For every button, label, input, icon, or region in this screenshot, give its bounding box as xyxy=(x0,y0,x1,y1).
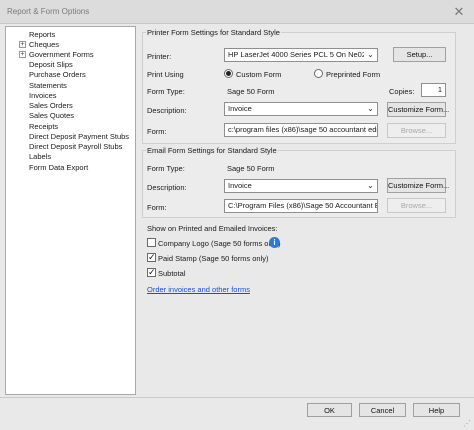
subtotal-checkbox[interactable]: ✓ xyxy=(147,268,156,277)
tree-item-direct-deposit-payroll-stubs[interactable]: Direct Deposit Payroll Stubs xyxy=(6,142,134,152)
form-label: Form: xyxy=(147,127,167,136)
custom-form-radio[interactable] xyxy=(224,69,233,78)
chevron-down-icon[interactable]: ⌄ xyxy=(364,49,377,61)
description-label: Description: xyxy=(147,106,187,115)
tree-item-government-forms[interactable]: + Government Forms xyxy=(6,50,134,60)
paid-stamp-label: Paid Stamp (Sage 50 forms only) xyxy=(158,254,269,263)
email-settings-title: Email Form Settings for Standard Style xyxy=(146,146,278,155)
company-logo-checkbox[interactable] xyxy=(147,238,156,247)
options-tree[interactable]: Reports + Cheques + Government Forms Depos… xyxy=(5,26,136,395)
close-icon[interactable]: ✕ xyxy=(452,5,466,19)
title-bar: Report & Form Options ✕ xyxy=(0,0,474,24)
tree-item-label: Government Forms xyxy=(29,50,94,59)
tree-item-purchase-orders[interactable]: Purchase Orders xyxy=(6,70,134,80)
order-invoices-link[interactable]: Order invoices and other forms xyxy=(147,285,250,294)
preprinted-form-label: Preprinted Form xyxy=(326,70,381,79)
browse-button[interactable]: Browse... xyxy=(387,123,446,138)
tree-item-form-data-export[interactable]: Form Data Export xyxy=(6,163,134,173)
tree-item-label: Statements xyxy=(29,81,67,90)
copies-input[interactable]: 1 xyxy=(421,83,446,97)
description-value: Invoice xyxy=(228,104,252,113)
email-customize-form-button[interactable]: Customize Form... xyxy=(387,178,449,193)
help-button[interactable]: Help xyxy=(413,403,460,417)
email-description-select[interactable]: Invoice ⌄ xyxy=(224,179,378,193)
printer-settings-title: Printer Form Settings for Standard Style xyxy=(146,28,281,37)
copies-label: Copies: xyxy=(389,87,415,96)
email-description-value: Invoice xyxy=(228,181,252,190)
paid-stamp-checkbox[interactable]: ✓ xyxy=(147,253,156,262)
preprinted-form-radio[interactable] xyxy=(314,69,323,78)
chevron-down-icon[interactable]: ⌄ xyxy=(364,103,377,115)
tree-item-label: Form Data Export xyxy=(29,163,89,172)
setup-button[interactable]: Setup... xyxy=(393,47,446,62)
tree-item-label: Direct Deposit Payroll Stubs xyxy=(29,142,123,151)
description-select[interactable]: Invoice ⌄ xyxy=(224,102,378,116)
email-form-path-field[interactable]: C:\Program Files (x86)\Sage 50 Accountan… xyxy=(224,199,378,213)
tree-item-deposit-slips[interactable]: Deposit Slips xyxy=(6,60,134,70)
tree-item-label: Invoices xyxy=(29,91,57,100)
tree-item-statements[interactable]: Statements xyxy=(6,81,134,91)
email-description-label: Description: xyxy=(147,183,187,192)
tree-item-label: Deposit Slips xyxy=(29,60,73,69)
tree-item-label: Reports xyxy=(29,30,56,39)
email-form-type-value: Sage 50 Form xyxy=(227,164,275,173)
form-type-label: Form Type: xyxy=(147,87,185,96)
tree-item-labels[interactable]: Labels xyxy=(6,152,134,162)
expand-icon[interactable]: + xyxy=(19,51,26,58)
company-logo-label: Company Logo (Sage 50 forms only) xyxy=(158,239,281,248)
expand-icon[interactable]: + xyxy=(19,41,26,48)
tree-item-label: Direct Deposit Payment Stubs xyxy=(29,132,130,141)
tree-item-label: Purchase Orders xyxy=(29,70,86,79)
info-icon[interactable]: i xyxy=(269,237,280,248)
form-type-value: Sage 50 Form xyxy=(227,87,275,96)
show-options-title: Show on Printed and Emailed Invoices: xyxy=(147,224,278,233)
tree-item-direct-deposit-payment-stubs[interactable]: Direct Deposit Payment Stubs xyxy=(6,132,134,142)
tree-item-label: Sales Orders xyxy=(29,101,73,110)
tree-item-receipts[interactable]: Receipts xyxy=(6,122,134,132)
ok-button[interactable]: OK xyxy=(307,403,352,417)
tree-item-label: Receipts xyxy=(29,122,59,131)
tree-item-label: Sales Quotes xyxy=(29,111,75,120)
tree-item-label: Cheques xyxy=(29,40,60,49)
chevron-down-icon[interactable]: ⌄ xyxy=(364,180,377,192)
email-browse-button[interactable]: Browse... xyxy=(387,198,446,213)
resize-grip-icon[interactable]: ⋰ xyxy=(463,419,472,428)
tree-item-cheques[interactable]: + Cheques xyxy=(6,40,134,50)
printer-value: HP LaserJet 4000 Series PCL 5 On Ne02: xyxy=(228,50,369,59)
custom-form-label: Custom Form xyxy=(236,70,282,79)
email-form-type-label: Form Type: xyxy=(147,164,185,173)
tree-item-sales-orders[interactable]: Sales Orders xyxy=(6,101,134,111)
footer-divider xyxy=(0,397,474,398)
tree-item-sales-quotes[interactable]: Sales Quotes xyxy=(6,111,134,121)
form-path-field[interactable]: c:\program files (x86)\sage 50 accountan… xyxy=(224,123,378,137)
tree-item-invoices[interactable]: Invoices xyxy=(6,91,134,101)
tree-item-reports[interactable]: Reports xyxy=(6,30,134,40)
tree-item-label: Labels xyxy=(29,152,52,161)
subtotal-label: Subtotal xyxy=(158,269,186,278)
customize-form-button[interactable]: Customize Form... xyxy=(387,102,449,117)
printer-select[interactable]: HP LaserJet 4000 Series PCL 5 On Ne02: ⌄ xyxy=(224,48,378,62)
print-using-label: Print Using xyxy=(147,70,184,79)
email-form-label: Form: xyxy=(147,203,167,212)
printer-label: Printer: xyxy=(147,52,172,61)
window-title: Report & Form Options xyxy=(7,7,90,16)
cancel-button[interactable]: Cancel xyxy=(359,403,406,417)
